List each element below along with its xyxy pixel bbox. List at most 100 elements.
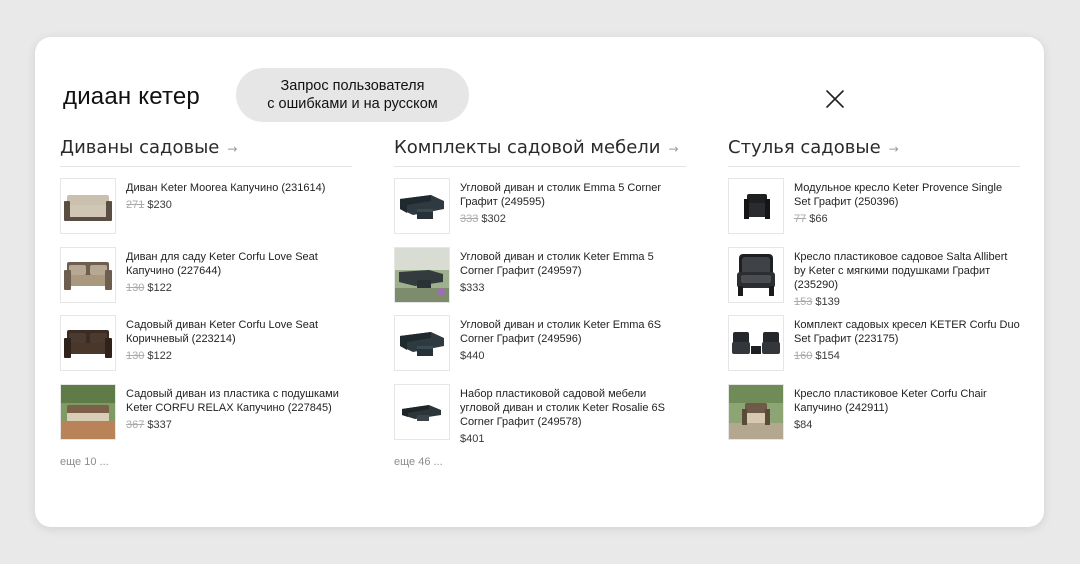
product-image[interactable] bbox=[728, 178, 784, 234]
product-list: Угловой диван и столик Emma 5 Corner Гра… bbox=[394, 178, 686, 452]
product-image[interactable] bbox=[394, 246, 450, 303]
product-prices: 130 $122 bbox=[126, 281, 352, 295]
product-name[interactable]: Кресло пластиковое садовое Salta Alliber… bbox=[794, 250, 1020, 292]
product-prices: 160 $154 bbox=[794, 349, 1020, 363]
product-item[interactable]: Кресло пластиковое Keter Corfu Chair Кап… bbox=[728, 383, 1020, 453]
old-price: 333 bbox=[460, 213, 479, 225]
product-image[interactable] bbox=[728, 315, 784, 371]
annotation-line-1: Запрос пользователя bbox=[280, 78, 425, 94]
product-info: Кресло пластиковое Keter Corfu Chair Кап… bbox=[794, 384, 1020, 432]
product-name[interactable]: Угловой диван и столик Emma 5 Corner Гра… bbox=[460, 181, 686, 209]
annotation-line-2: с ошибками и на русском bbox=[267, 96, 438, 112]
current-price: $302 bbox=[481, 213, 506, 225]
annotation-bubble: Запрос пользователя с ошибками и на русс… bbox=[236, 68, 469, 122]
product-info: Кресло пластиковое садовое Salta Alliber… bbox=[794, 247, 1020, 309]
product-image[interactable] bbox=[728, 246, 784, 303]
current-price: $66 bbox=[809, 213, 828, 225]
more-results-link[interactable]: еще 10 ... bbox=[60, 455, 109, 469]
product-prices: 333 $302 bbox=[460, 212, 686, 226]
old-price: 130 bbox=[126, 281, 145, 294]
product-image[interactable] bbox=[728, 383, 784, 440]
product-prices: 153 $139 bbox=[794, 295, 1020, 309]
product-name[interactable]: Комплект садовых кресел KETER Corfu Duo … bbox=[794, 318, 1020, 346]
current-price: $122 bbox=[147, 281, 172, 294]
product-image[interactable] bbox=[60, 315, 116, 371]
current-price: $122 bbox=[147, 350, 172, 362]
product-item[interactable]: Угловой диван и столик Keter Emma 5 Corn… bbox=[394, 246, 686, 316]
category-title-text: Стулья садовые bbox=[728, 137, 881, 158]
product-name[interactable]: Угловой диван и столик Keter Emma 5 Corn… bbox=[460, 250, 686, 278]
product-prices: $401 bbox=[460, 432, 686, 446]
current-price: $401 bbox=[460, 432, 485, 445]
category-column-furniture-sets: Комплекты садовой мебели → Угловой диван… bbox=[394, 137, 686, 470]
product-item[interactable]: Комплект садовых кресел KETER Corfu Duo … bbox=[728, 315, 1020, 384]
old-price: 367 bbox=[126, 418, 145, 431]
current-price: $337 bbox=[147, 418, 172, 431]
product-list: Модульное кресло Keter Provence Single S… bbox=[728, 178, 1020, 452]
product-item[interactable]: Модульное кресло Keter Provence Single S… bbox=[728, 178, 1020, 247]
product-prices: 77 $66 bbox=[794, 212, 1020, 226]
product-item[interactable]: Диван Keter Moorea Капучино (231614) 271 $… bbox=[60, 178, 352, 247]
product-info: Модульное кресло Keter Provence Single S… bbox=[794, 178, 1020, 226]
product-item[interactable]: Садовый диван из пластика с подушками Ke… bbox=[60, 383, 352, 453]
search-results-dropdown: диаан кетер Запрос пользователя с ошибка… bbox=[35, 37, 1044, 527]
current-price: $139 bbox=[815, 295, 840, 308]
close-icon bbox=[826, 90, 844, 108]
product-name[interactable]: Садовый диван Keter Corfu Love Seat Кори… bbox=[126, 318, 352, 346]
product-item[interactable]: Диван для саду Keter Corfu Love Seat Кап… bbox=[60, 246, 352, 316]
category-title-sofas[interactable]: Диваны садовые → bbox=[60, 137, 352, 167]
category-title-chairs[interactable]: Стулья садовые → bbox=[728, 137, 1020, 167]
product-prices: $84 bbox=[794, 418, 1020, 432]
old-price: 130 bbox=[126, 350, 145, 362]
more-results-link[interactable]: еще 46 ... bbox=[394, 455, 443, 469]
search-query-text[interactable]: диаан кетер bbox=[63, 83, 200, 111]
product-image[interactable] bbox=[60, 246, 116, 303]
product-prices: 130 $122 bbox=[126, 349, 352, 363]
product-name[interactable]: Модульное кресло Keter Provence Single S… bbox=[794, 181, 1020, 209]
product-info: Садовый диван из пластика с подушками Ke… bbox=[126, 384, 352, 432]
product-item[interactable]: Кресло пластиковое садовое Salta Alliber… bbox=[728, 246, 1020, 316]
category-column-chairs: Стулья садовые → Модульное кресло Keter … bbox=[728, 137, 1020, 452]
product-info: Угловой диван и столик Emma 5 Corner Гра… bbox=[460, 178, 686, 226]
category-title-text: Комплекты садовой мебели bbox=[394, 137, 661, 158]
close-button[interactable] bbox=[823, 87, 847, 111]
product-prices: $440 bbox=[460, 349, 686, 363]
old-price: 160 bbox=[794, 350, 813, 362]
product-image[interactable] bbox=[60, 178, 116, 234]
product-info: Диван Keter Moorea Капучино (231614) 271 $… bbox=[126, 178, 352, 212]
product-image[interactable] bbox=[394, 383, 450, 440]
current-price: $333 bbox=[460, 281, 485, 294]
product-name[interactable]: Набор пластиковой садовой мебели угловой… bbox=[460, 387, 686, 429]
current-price: $154 bbox=[815, 350, 840, 362]
category-title-text: Диваны садовые bbox=[60, 137, 220, 158]
arrow-right-icon: → bbox=[888, 142, 899, 156]
product-item[interactable]: Угловой диван и столик Emma 5 Corner Гра… bbox=[394, 178, 686, 247]
product-image[interactable] bbox=[60, 383, 116, 440]
product-list: Диван Keter Moorea Капучино (231614) 271 $… bbox=[60, 178, 352, 452]
old-price: 77 bbox=[794, 213, 807, 225]
product-image[interactable] bbox=[394, 178, 450, 234]
current-price: $440 bbox=[460, 350, 485, 362]
product-name[interactable]: Кресло пластиковое Keter Corfu Chair Кап… bbox=[794, 387, 1020, 415]
category-column-sofas: Диваны садовые → Диван Keter Moorea Капу… bbox=[60, 137, 352, 470]
product-item[interactable]: Набор пластиковой садовой мебели угловой… bbox=[394, 383, 686, 453]
product-name[interactable]: Диван для саду Keter Corfu Love Seat Кап… bbox=[126, 250, 352, 278]
product-info: Набор пластиковой садовой мебели угловой… bbox=[460, 384, 686, 446]
product-prices: 271 $230 bbox=[126, 198, 352, 212]
product-name[interactable]: Угловой диван и столик Keter Emma 6S Cor… bbox=[460, 318, 686, 346]
product-info: Комплект садовых кресел KETER Corfu Duo … bbox=[794, 315, 1020, 363]
arrow-right-icon: → bbox=[227, 142, 238, 156]
product-name[interactable]: Диван Keter Moorea Капучино (231614) bbox=[126, 181, 352, 195]
product-info: Диван для саду Keter Corfu Love Seat Кап… bbox=[126, 247, 352, 295]
product-image[interactable] bbox=[394, 315, 450, 371]
current-price: $84 bbox=[794, 418, 813, 431]
product-item[interactable]: Угловой диван и столик Keter Emma 6S Cor… bbox=[394, 315, 686, 384]
old-price: 271 bbox=[126, 199, 145, 211]
product-info: Угловой диван и столик Keter Emma 5 Corn… bbox=[460, 247, 686, 295]
category-title-furniture-sets[interactable]: Комплекты садовой мебели → bbox=[394, 137, 686, 167]
product-item[interactable]: Садовый диван Keter Corfu Love Seat Кори… bbox=[60, 315, 352, 384]
old-price: 153 bbox=[794, 295, 813, 308]
product-info: Садовый диван Keter Corfu Love Seat Кори… bbox=[126, 315, 352, 363]
product-name[interactable]: Садовый диван из пластика с подушками Ke… bbox=[126, 387, 352, 415]
product-info: Угловой диван и столик Keter Emma 6S Cor… bbox=[460, 315, 686, 363]
